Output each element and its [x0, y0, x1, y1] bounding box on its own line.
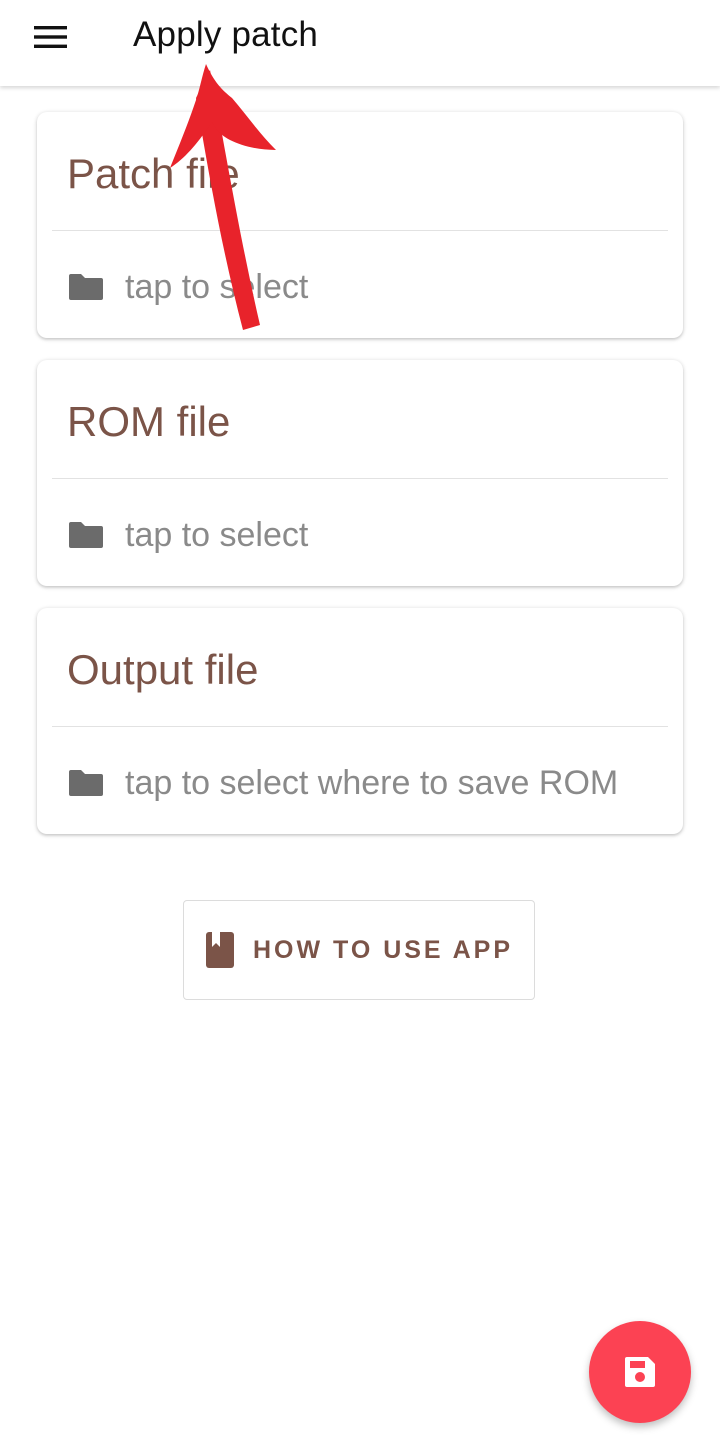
save-fab-button[interactable]	[589, 1321, 691, 1423]
card-title: Patch file	[67, 150, 240, 197]
save-icon	[625, 1357, 655, 1387]
how-to-use-app-button[interactable]: HOW TO USE APP	[183, 900, 535, 1000]
book-icon	[205, 932, 234, 968]
folder-icon	[67, 766, 107, 800]
app-screen: Apply patch Patch file tap to select ROM…	[0, 0, 720, 1447]
divider	[52, 478, 668, 479]
patch-file-card: Patch file tap to select	[37, 112, 683, 338]
card-row-label: tap to select	[125, 267, 309, 306]
top-app-bar: Apply patch	[0, 0, 720, 86]
card-title: ROM file	[67, 398, 231, 445]
select-rom-file-button[interactable]: tap to select	[67, 510, 308, 560]
card-row-label: tap to select	[125, 515, 309, 554]
menu-button[interactable]	[22, 14, 80, 60]
select-patch-file-button[interactable]: tap to select	[67, 262, 308, 312]
rom-file-card: ROM file tap to select	[37, 360, 683, 586]
card-row-label: tap to select where to save ROM	[125, 763, 619, 802]
how-to-use-app-label: HOW TO USE APP	[252, 935, 514, 964]
output-file-card: Output file tap to select where to save …	[37, 608, 683, 834]
divider	[52, 230, 668, 231]
divider	[52, 726, 668, 727]
folder-icon	[67, 270, 107, 304]
page-title: Apply patch	[133, 15, 319, 54]
folder-icon	[67, 518, 107, 552]
select-output-file-button[interactable]: tap to select where to save ROM	[67, 758, 618, 808]
card-title: Output file	[67, 646, 259, 693]
hamburger-menu-icon	[34, 26, 67, 48]
